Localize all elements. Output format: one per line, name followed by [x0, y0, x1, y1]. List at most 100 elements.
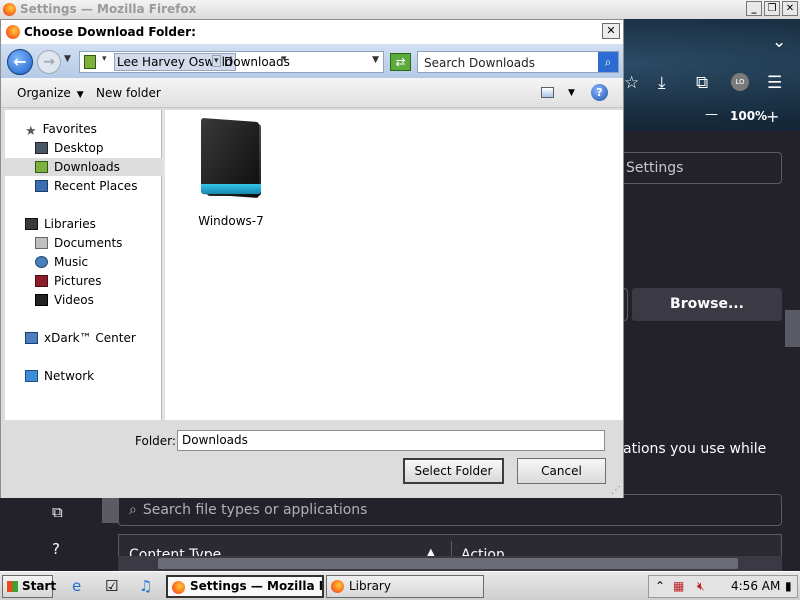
minimize-icon[interactable]: _	[746, 1, 762, 16]
address-dropdown-arrow[interactable]: ▼	[372, 55, 379, 65]
dialog-title: Choose Download Folder:	[24, 25, 196, 39]
page-scrollbar-thumb[interactable]	[785, 310, 800, 347]
tray-expand-icon[interactable]: ⌃	[655, 579, 665, 593]
dialog-navigation-bar: ← → ▼ ▾ Lee Harvey Oswald ▾ Downloads ▾ …	[1, 44, 623, 78]
extensions-puzzle-icon[interactable]: ☆	[624, 73, 639, 93]
taskbar-item-label: Library	[349, 579, 391, 593]
download-icon[interactable]: ⤓	[658, 73, 666, 93]
command-bar: Organize ▼ New folder ▼ ?	[1, 78, 623, 108]
nav-item-desktop[interactable]: Desktop	[35, 139, 104, 157]
cancel-button[interactable]: Cancel	[517, 458, 606, 484]
forward-button[interactable]: →	[37, 50, 61, 74]
breadcrumb-downloads-arrow[interactable]: ▾	[282, 54, 287, 64]
documents-icon	[35, 237, 48, 249]
organize-label: Organize	[17, 86, 71, 100]
recent-places-icon	[35, 180, 48, 192]
nav-item-label: Desktop	[54, 141, 104, 155]
clock[interactable]: 4:56 AM	[731, 579, 780, 593]
window-close-icon[interactable]: ✕	[782, 1, 798, 16]
star-icon: ★	[25, 124, 37, 139]
nav-item-libraries[interactable]: Libraries	[25, 215, 96, 233]
nav-item-label: Documents	[54, 236, 123, 250]
nav-item-downloads[interactable]: Downloads	[5, 158, 162, 176]
downloads-folder-icon	[35, 161, 48, 173]
organize-button[interactable]: Organize ▼	[17, 86, 84, 100]
libraries-icon	[25, 218, 38, 230]
desktop-icon	[35, 142, 48, 154]
breadcrumb-root-arrow[interactable]: ▾	[102, 54, 107, 64]
browse-button[interactable]: Browse...	[632, 288, 782, 321]
restore-icon[interactable]: ❐	[764, 1, 780, 16]
music-player-icon[interactable]: ♫	[139, 577, 152, 595]
navigation-pane: ★ Favorites Desktop Downloads Recent Plac…	[5, 110, 162, 420]
table-horizontal-scrollbar[interactable]	[118, 556, 782, 571]
taskbar-item-settings-firefox[interactable]: Settings — Mozilla Fir...	[166, 575, 324, 598]
address-bar[interactable]: ▾ Lee Harvey Oswald ▾ Downloads ▾ ▼	[79, 51, 384, 73]
firefox-window-title: Settings — Mozilla Firefox	[20, 2, 197, 16]
nav-item-recent-places[interactable]: Recent Places	[35, 177, 137, 195]
chevron-down-icon[interactable]: ⌄	[772, 32, 786, 52]
start-label: Start	[22, 579, 57, 593]
change-view-icon[interactable]	[541, 87, 554, 98]
start-button[interactable]: Start	[2, 575, 57, 598]
folder-item-label[interactable]: Windows-7	[185, 214, 277, 228]
volume-muted-icon[interactable]: 🔇︎	[697, 579, 705, 594]
folder-item-windows-7[interactable]	[199, 117, 263, 206]
taskbar-item-label: Settings — Mozilla Fir...	[190, 579, 322, 593]
applications-description: ations you use while	[623, 441, 767, 457]
system-tray: ⌃ ▦ 🔇︎ 4:56 AM ▮	[648, 575, 798, 598]
internet-explorer-icon[interactable]: e	[72, 577, 81, 595]
refresh-icon[interactable]: ⇄	[390, 53, 411, 71]
hscroll-thumb[interactable]	[158, 558, 738, 569]
select-folder-button[interactable]: Select Folder	[403, 458, 504, 484]
firefox-logo-icon	[3, 3, 16, 16]
folder-name-input[interactable]: Downloads	[177, 430, 605, 451]
zoom-level[interactable]: 100%	[730, 109, 767, 123]
nav-item-pictures[interactable]: Pictures	[35, 272, 102, 290]
sidebar-help-icon[interactable]: ?	[52, 540, 60, 558]
pictures-icon	[35, 275, 48, 287]
nav-item-xdark-center[interactable]: xDark™ Center	[25, 329, 136, 347]
taskbar-item-library[interactable]: Library	[326, 575, 484, 598]
new-folder-button[interactable]: New folder	[96, 86, 161, 100]
nav-item-network[interactable]: Network	[25, 367, 94, 385]
extension-icon[interactable]: ⧉	[696, 73, 708, 93]
nav-item-documents[interactable]: Documents	[35, 234, 122, 252]
folder-icon	[84, 55, 96, 69]
settings-search-box[interactable]: Settings	[620, 152, 782, 184]
show-desktop-icon[interactable]: ▮	[785, 579, 792, 593]
menu-hamburger-icon[interactable]: ☰	[767, 73, 782, 93]
help-icon[interactable]: ?	[591, 84, 608, 101]
firefox-logo-icon	[6, 25, 20, 39]
dialog-close-button[interactable]: ✕	[602, 23, 620, 39]
resize-grip-icon[interactable]: ⋰	[611, 485, 621, 496]
checkbox-app-icon[interactable]: ☑	[105, 577, 118, 595]
account-avatar[interactable]: LO	[731, 73, 749, 91]
search-file-types-placeholder: Search file types or applications	[142, 502, 368, 518]
nav-item-favorites[interactable]: ★ Favorites	[25, 120, 97, 139]
windows-flag-icon	[7, 581, 18, 592]
search-downloads-placeholder: Search Downloads	[424, 56, 535, 70]
back-button[interactable]: ←	[7, 49, 33, 75]
zoom-in-button[interactable]: +	[766, 107, 779, 126]
recent-locations-dropdown[interactable]: ▼	[64, 54, 71, 64]
nav-item-videos[interactable]: Videos	[35, 291, 94, 309]
nav-item-music[interactable]: Music	[35, 253, 88, 271]
search-icon[interactable]: ⌕	[598, 52, 618, 72]
sidebar-extensions-icon[interactable]: ⧉	[52, 503, 63, 521]
nav-item-label: Downloads	[54, 160, 120, 174]
search-file-types-input[interactable]: ⌕ Search file types or applications	[118, 494, 782, 526]
folder-field-label: Folder:	[135, 434, 176, 448]
videos-icon	[35, 294, 48, 306]
search-downloads-input[interactable]: Search Downloads ⌕	[417, 51, 619, 73]
search-icon: ⌕	[129, 502, 137, 518]
nav-item-label: Recent Places	[54, 179, 138, 193]
breadcrumb-user-arrow[interactable]: ▾	[212, 55, 221, 67]
file-list-pane: Windows-7	[165, 110, 623, 420]
zoom-out-button[interactable]: —	[705, 107, 718, 122]
firefox-window-controls: _ ❐ ✕	[746, 1, 798, 16]
view-options-dropdown[interactable]: ▼	[568, 88, 575, 98]
network-status-icon[interactable]: ▦	[673, 579, 684, 593]
nav-item-label: Network	[44, 369, 95, 383]
breadcrumb-downloads[interactable]: Downloads	[224, 55, 290, 69]
